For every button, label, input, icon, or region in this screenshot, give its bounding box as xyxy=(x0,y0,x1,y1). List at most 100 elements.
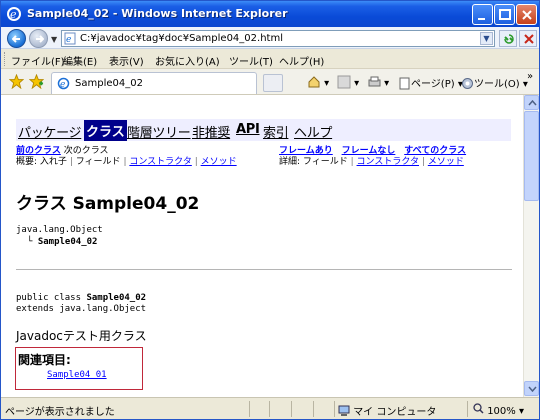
status-divider xyxy=(269,401,270,417)
tab-bar: e Sample04_02 ▾ ▾ ▾ ページ(P) ▾ ツール(O) ▾ » xyxy=(1,69,539,95)
status-divider xyxy=(291,401,292,417)
ie-window: e Sample04_02 - Windows Internet Explore… xyxy=(0,0,540,420)
svg-text:e: e xyxy=(66,35,71,45)
history-dropdown-icon[interactable]: ▼ xyxy=(51,35,57,44)
status-divider xyxy=(313,401,314,417)
detail-constructor-link[interactable]: コンストラクタ xyxy=(357,157,419,167)
scroll-down-button[interactable] xyxy=(524,381,539,396)
svg-text:e: e xyxy=(10,8,17,21)
minimize-button[interactable] xyxy=(472,4,493,25)
tab-sample04-02[interactable]: e Sample04_02 xyxy=(51,72,257,94)
zoom-icon xyxy=(473,403,484,414)
vertical-scrollbar[interactable] xyxy=(523,95,539,397)
back-button[interactable] xyxy=(7,29,26,48)
separator: | xyxy=(194,157,198,167)
tools-menu-button[interactable]: ツール(O) ▾ xyxy=(461,75,528,90)
declaration-line: public class Sample04_02 xyxy=(16,293,146,303)
nav-index-link[interactable]: 索引 xyxy=(263,122,289,141)
page-menu-button[interactable]: ページ(P) ▾ xyxy=(399,75,463,90)
scrollbar-thumb[interactable] xyxy=(524,111,539,201)
summary-label: 概要: xyxy=(16,157,38,167)
class-description: Javadocテスト用クラス xyxy=(16,329,147,343)
menu-tools[interactable]: ツール(T) xyxy=(229,53,273,68)
see-also-box: 関連項目: Sample04_01 xyxy=(15,347,143,390)
hierarchy-child: Sample04_02 xyxy=(37,237,98,247)
window-title: Sample04_02 - Windows Internet Explorer xyxy=(27,7,288,20)
separator: | xyxy=(421,157,425,167)
nav-package-link[interactable]: パッケージ xyxy=(18,122,82,141)
summary-constructor-link[interactable]: コンストラクタ xyxy=(129,157,191,167)
nav-api-link[interactable]: API xyxy=(236,122,260,137)
new-tab-button[interactable] xyxy=(263,74,283,92)
page-menu-label: ページ(P) xyxy=(411,79,455,90)
nav-deprecated-link[interactable]: 非推奨 xyxy=(192,122,230,141)
detail-field-text: フィールド xyxy=(302,157,348,167)
address-row: ▼ e C:¥javadoc¥tag¥doc¥Sample04_02.html … xyxy=(1,27,539,49)
tab-page-icon: e xyxy=(57,77,70,93)
stop-button[interactable] xyxy=(519,30,537,47)
gear-icon xyxy=(462,78,473,89)
page-icon: e xyxy=(64,32,77,48)
status-divider xyxy=(334,401,335,417)
summary-nested-text: 入れ子 xyxy=(39,157,67,167)
title-bar[interactable]: e Sample04_02 - Windows Internet Explore… xyxy=(1,1,539,27)
security-zone[interactable]: マイ コンピュータ xyxy=(338,403,436,418)
menu-favorites[interactable]: お気に入り(A) xyxy=(155,53,220,68)
svg-text:e: e xyxy=(60,80,65,90)
see-also-link[interactable]: Sample04_01 xyxy=(47,370,107,380)
print-button[interactable]: ▾ xyxy=(367,75,389,89)
close-button[interactable] xyxy=(516,4,537,25)
nav-class-current: クラス xyxy=(84,120,127,141)
ie-logo-icon: e xyxy=(6,6,22,22)
tools-menu-label: ツール(O) xyxy=(474,79,520,90)
declaration-prefix: public class xyxy=(16,293,82,303)
tab-label: Sample04_02 xyxy=(75,78,143,89)
menu-edit[interactable]: 編集(E) xyxy=(63,53,97,68)
status-bar: ページが表示されました マイ コンピュータ 100% ▾ xyxy=(1,397,539,419)
forward-button[interactable] xyxy=(29,29,48,48)
menu-help[interactable]: ヘルプ(H) xyxy=(279,53,324,68)
menu-file[interactable]: ファイル(F) xyxy=(11,53,65,68)
favorites-star-icon[interactable] xyxy=(8,73,25,92)
detail-row: 詳細: フィールド | コンストラクタ | メソッド xyxy=(279,154,464,167)
status-text: ページが表示されました xyxy=(5,407,115,418)
page-icon xyxy=(399,77,410,90)
nav-help-link[interactable]: ヘルプ xyxy=(294,122,332,141)
class-title: クラス Sample04_02 xyxy=(16,194,200,214)
separator: | xyxy=(123,157,127,167)
detail-label: 詳細: xyxy=(279,157,301,167)
separator: | xyxy=(350,157,354,167)
detail-method-link[interactable]: メソッド xyxy=(428,157,464,167)
scroll-up-button[interactable] xyxy=(524,95,539,110)
address-url[interactable]: C:¥javadoc¥tag¥doc¥Sample04_02.html xyxy=(80,33,283,44)
add-favorite-icon[interactable] xyxy=(28,73,45,92)
zone-label: マイ コンピュータ xyxy=(353,407,437,418)
refresh-button[interactable] xyxy=(499,30,517,47)
declaration-extends: extends java.lang.Object xyxy=(16,304,147,314)
computer-icon xyxy=(338,405,350,416)
home-icon xyxy=(308,76,320,88)
status-divider xyxy=(249,401,250,417)
status-divider xyxy=(467,401,468,417)
toolbar-grip[interactable] xyxy=(4,52,7,66)
toolbar-overflow-button[interactable]: » xyxy=(527,71,533,82)
feeds-button[interactable]: ▾ xyxy=(337,75,359,89)
address-bar[interactable]: e C:¥javadoc¥tag¥doc¥Sample04_02.html ▼ xyxy=(61,30,495,47)
menu-bar: ファイル(F) 編集(E) 表示(V) お気に入り(A) ツール(T) ヘルプ(… xyxy=(1,49,539,69)
maximize-button[interactable] xyxy=(494,4,515,25)
menu-view[interactable]: 表示(V) xyxy=(109,53,144,68)
print-icon xyxy=(368,76,381,87)
home-button[interactable]: ▾ xyxy=(307,75,329,89)
page-content: パッケージ クラス 階層ツリー 非推奨 API 索引 ヘルプ 前のクラス 次のク… xyxy=(1,95,523,397)
zoom-control[interactable]: 100% ▾ xyxy=(473,403,524,417)
nav-tree-link[interactable]: 階層ツリー xyxy=(127,122,191,141)
feeds-icon xyxy=(337,75,351,89)
separator: | xyxy=(69,157,73,167)
see-also-label: 関連項目: xyxy=(18,353,71,367)
zoom-level: 100% xyxy=(487,406,516,417)
javadoc-navbar: パッケージ クラス 階層ツリー 非推奨 API 索引 ヘルプ xyxy=(16,119,511,141)
divider xyxy=(16,269,512,270)
tree-branch-icon: └ xyxy=(27,237,33,247)
address-dropdown-icon[interactable]: ▼ xyxy=(480,32,493,45)
summary-method-link[interactable]: メソッド xyxy=(201,157,237,167)
